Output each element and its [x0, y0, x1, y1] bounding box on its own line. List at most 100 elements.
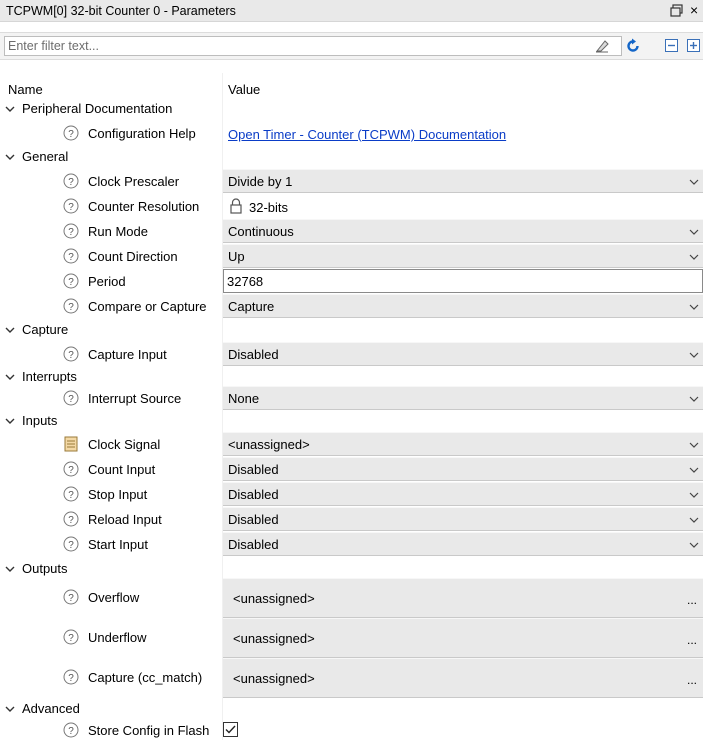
section-inputs[interactable]: Inputs — [0, 410, 703, 432]
help-icon[interactable]: ? — [63, 722, 79, 738]
count-input-dropdown[interactable]: Disabled — [223, 457, 703, 481]
help-icon[interactable]: ? — [63, 173, 79, 189]
svg-text:?: ? — [68, 540, 74, 551]
value-cell: 32-bits — [223, 194, 703, 218]
clock-prescaler-dropdown[interactable]: Divide by 1 — [223, 169, 703, 193]
chevron-down-icon[interactable] — [689, 178, 699, 186]
section-label: General — [22, 149, 69, 164]
chevron-down-icon[interactable] — [4, 703, 16, 715]
chevron-down-icon[interactable] — [4, 324, 16, 336]
dropdown-value: Continuous — [228, 224, 294, 239]
store-config-checkbox[interactable] — [223, 722, 238, 737]
help-icon[interactable]: ? — [63, 589, 79, 605]
expand-all-icon[interactable] — [686, 38, 702, 54]
help-icon[interactable]: ? — [63, 536, 79, 552]
count-direction-dropdown[interactable]: Up — [223, 244, 703, 268]
browse-button[interactable]: ... — [687, 633, 697, 647]
chevron-down-icon[interactable] — [689, 228, 699, 236]
compare-or-capture-dropdown[interactable]: Capture — [223, 294, 703, 318]
section-general[interactable]: General — [0, 146, 703, 168]
help-icon[interactable]: ? — [63, 461, 79, 477]
param-name: Clock Prescaler — [88, 174, 180, 189]
param-row-period: ? Period 32768 — [0, 269, 703, 293]
capture-cc-match-selector[interactable]: <unassigned> ... — [223, 658, 703, 698]
help-icon[interactable]: ? — [63, 669, 79, 685]
section-peripheral-documentation[interactable]: Peripheral Documentation — [0, 98, 703, 120]
browse-button[interactable]: ... — [687, 593, 697, 607]
help-icon[interactable]: ? — [63, 223, 79, 239]
chevron-down-icon[interactable] — [689, 395, 699, 403]
help-icon[interactable]: ? — [63, 629, 79, 645]
help-icon[interactable]: ? — [63, 486, 79, 502]
chevron-down-icon[interactable] — [4, 151, 16, 163]
dropdown-value: Disabled — [228, 537, 279, 552]
help-icon[interactable]: ? — [63, 248, 79, 264]
help-icon[interactable]: ? — [63, 125, 79, 141]
dropdown-value: None — [228, 391, 260, 406]
period-input[interactable]: 32768 — [223, 269, 703, 293]
start-input-dropdown[interactable]: Disabled — [223, 532, 703, 556]
chevron-down-icon[interactable] — [4, 415, 16, 427]
checkmark-icon — [225, 725, 236, 734]
param-row-start-input: ? Start Input Disabled — [0, 532, 703, 556]
stop-input-dropdown[interactable]: Disabled — [223, 482, 703, 506]
section-interrupts[interactable]: Interrupts — [0, 366, 703, 388]
chevron-down-icon[interactable] — [689, 351, 699, 359]
chevron-down-icon[interactable] — [689, 491, 699, 499]
close-panel-icon[interactable]: × — [690, 2, 702, 18]
clock-signal-dropdown[interactable]: <unassigned> — [223, 432, 703, 456]
chevron-down-icon[interactable] — [689, 303, 699, 311]
help-icon[interactable]: ? — [63, 390, 79, 406]
param-name: Underflow — [88, 630, 147, 645]
help-icon[interactable]: ? — [63, 273, 79, 289]
section-capture[interactable]: Capture — [0, 319, 703, 341]
chevron-down-icon[interactable] — [4, 563, 16, 575]
param-name: Count Direction — [88, 249, 178, 264]
section-label: Peripheral Documentation — [22, 101, 173, 116]
refresh-icon[interactable] — [625, 38, 641, 54]
documentation-link[interactable]: Open Timer - Counter (TCPWM) Documentati… — [228, 127, 506, 142]
param-name: Capture (cc_match) — [88, 670, 203, 685]
chevron-down-icon[interactable] — [689, 516, 699, 524]
input-value: 32768 — [227, 274, 264, 289]
param-row-interrupt-source: ? Interrupt Source None — [0, 386, 703, 410]
help-icon[interactable]: ? — [63, 298, 79, 314]
param-name: Capture Input — [88, 347, 167, 362]
collapse-all-icon[interactable] — [664, 38, 680, 54]
dropdown-value: Capture — [228, 299, 275, 314]
selector-value: <unassigned> — [233, 591, 315, 606]
chevron-down-icon[interactable] — [4, 103, 16, 115]
header-name: Name — [8, 82, 43, 97]
run-mode-dropdown[interactable]: Continuous — [223, 219, 703, 243]
chevron-down-icon[interactable] — [4, 371, 16, 383]
param-name: Start Input — [88, 537, 148, 552]
filter-input[interactable] — [4, 36, 622, 56]
param-name: Overflow — [88, 590, 140, 605]
chevron-down-icon[interactable] — [689, 441, 699, 449]
section-label: Outputs — [22, 561, 68, 576]
capture-input-dropdown[interactable]: Disabled — [223, 342, 703, 366]
svg-text:?: ? — [68, 350, 74, 361]
chevron-down-icon[interactable] — [689, 253, 699, 261]
overflow-selector[interactable]: <unassigned> ... — [223, 578, 703, 618]
param-row-clock-prescaler: ? Clock Prescaler Divide by 1 — [0, 169, 703, 193]
float-window-icon[interactable] — [670, 3, 684, 18]
param-name: Store Config in Flash — [88, 723, 210, 738]
chevron-down-icon[interactable] — [689, 541, 699, 549]
section-advanced[interactable]: Advanced — [0, 698, 703, 720]
interrupt-source-dropdown[interactable]: None — [223, 386, 703, 410]
underflow-selector[interactable]: <unassigned> ... — [223, 618, 703, 658]
help-icon[interactable]: ? — [63, 198, 79, 214]
svg-text:?: ? — [68, 515, 74, 526]
readonly-value: 32-bits — [249, 200, 289, 215]
eraser-icon[interactable] — [594, 38, 610, 54]
param-name: Count Input — [88, 462, 156, 477]
reload-input-dropdown[interactable]: Disabled — [223, 507, 703, 531]
dropdown-value: Divide by 1 — [228, 174, 293, 189]
chevron-down-icon[interactable] — [689, 466, 699, 474]
browse-button[interactable]: ... — [687, 673, 697, 687]
help-icon[interactable]: ? — [63, 346, 79, 362]
section-outputs[interactable]: Outputs — [0, 558, 703, 580]
help-icon[interactable]: ? — [63, 511, 79, 527]
svg-text:?: ? — [68, 277, 74, 288]
